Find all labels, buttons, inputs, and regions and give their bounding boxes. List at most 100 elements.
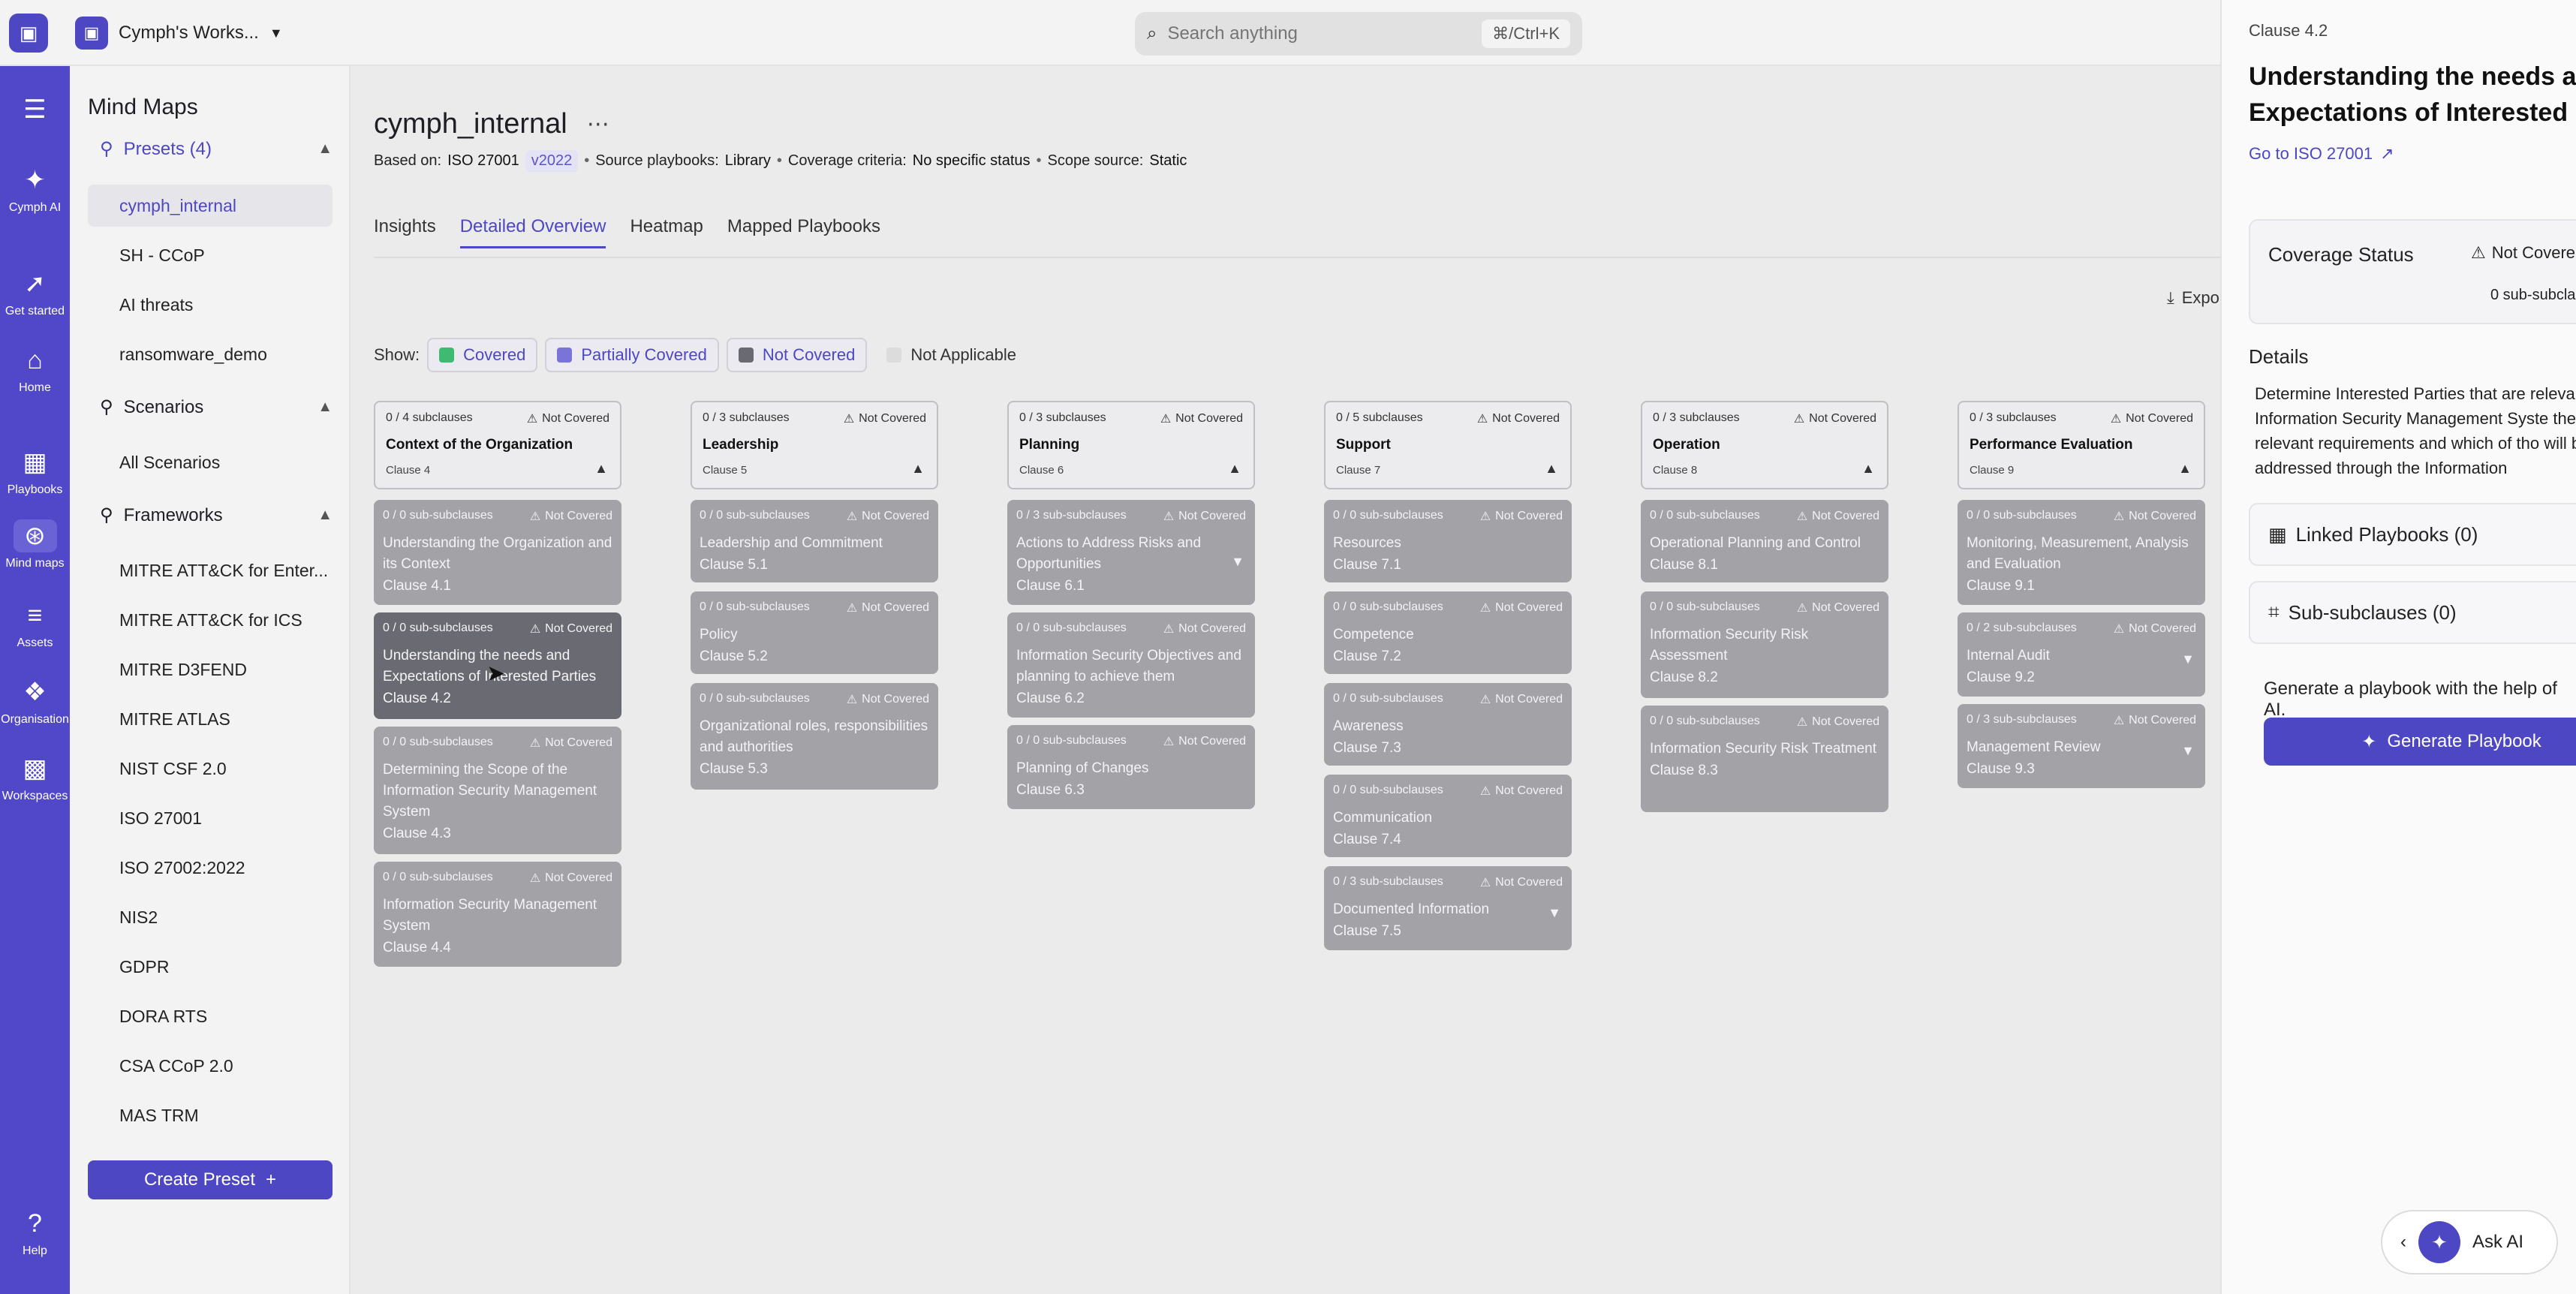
subclause-card[interactable]: 0 / 0 sub-subclauses ⚠ Not Covered Plannin…: [1007, 725, 1255, 809]
rail-mind-maps[interactable]: ⊛ Mind maps: [0, 519, 70, 570]
rail-get-started[interactable]: ➚ Get started: [0, 267, 70, 318]
rail-help[interactable]: ? Help: [0, 1207, 70, 1258]
playbooks-icon: ▦: [2268, 522, 2287, 546]
main-content: cymph_internal ⋯ Based on: ISO 27001 v20…: [351, 66, 2220, 1294]
rail-home[interactable]: ⌂ Home: [0, 344, 70, 395]
sidebar-item-framework[interactable]: NIST CSF 2.0: [88, 748, 333, 790]
subclause-card[interactable]: 0 / 2 sub-subclauses ⚠ Not Covered Interna…: [1958, 612, 2205, 697]
source-value: Library: [724, 152, 771, 169]
subclause-card[interactable]: 0 / 3 sub-subclauses ⚠ Not Covered Actions…: [1007, 500, 1255, 605]
workspace-name: Cymph's Works...: [119, 23, 259, 43]
chevron-down-icon[interactable]: ▼: [1231, 554, 1244, 570]
sidebar-item-framework[interactable]: DORA RTS: [88, 995, 333, 1037]
chevron-down-icon[interactable]: ▼: [1548, 905, 1561, 921]
workspace-switcher[interactable]: ▣ Cymph's Works... ▼: [75, 17, 283, 50]
sidebar-item-preset[interactable]: SH - CCoP: [88, 234, 333, 276]
tab-mapped-playbooks[interactable]: Mapped Playbooks: [727, 216, 880, 248]
subclause-card[interactable]: 0 / 0 sub-subclauses ⚠ Not Covered Informa…: [374, 862, 621, 967]
clause-number: Clause 9: [1970, 464, 2015, 477]
rail-assets[interactable]: ≡ Assets: [0, 599, 70, 650]
panel-title: Understanding the needs and Expectations…: [2249, 62, 2576, 127]
sidebar-item-framework[interactable]: MITRE ATT&CK for Enter...: [88, 549, 333, 591]
subclause-card[interactable]: 0 / 0 sub-subclauses ⚠ Not Covered Awarene…: [1324, 683, 1572, 766]
subclause-card[interactable]: 0 / 0 sub-subclauses ⚠ Not Covered Operati…: [1641, 500, 1888, 582]
sidebar-item-framework[interactable]: MITRE D3FEND: [88, 649, 333, 691]
clause-column-header[interactable]: 0 / 5 subclauses ⚠ Not Covered Support Cla…: [1324, 401, 1572, 489]
sidebar-item-preset[interactable]: cymph_internal: [88, 185, 333, 227]
filter-not-covered[interactable]: Not Covered: [726, 338, 868, 372]
sidebar-item-preset[interactable]: AI threats: [88, 284, 333, 326]
filter-not-applicable[interactable]: Not Applicable: [874, 338, 1028, 372]
clause-column-header[interactable]: 0 / 3 subclauses ⚠ Not Covered Performance…: [1958, 401, 2205, 489]
sidebar-item-framework[interactable]: GDPR: [88, 946, 333, 988]
subclause-card[interactable]: 0 / 0 sub-subclauses ⚠ Not Covered Policy …: [691, 591, 938, 674]
subclause-card[interactable]: 0 / 3 sub-subclauses ⚠ Not Covered Documen…: [1324, 866, 1572, 950]
sidebar-item-framework[interactable]: MITRE ATLAS: [88, 698, 333, 740]
rail-workspaces[interactable]: ▩ Workspaces: [0, 752, 70, 803]
more-options-icon[interactable]: ⋯: [587, 111, 609, 137]
chevron-down-icon[interactable]: ▼: [2181, 743, 2195, 759]
search-input[interactable]: [1167, 23, 1472, 44]
tab-heatmap[interactable]: Heatmap: [630, 216, 703, 248]
subclause-number: Clause 4.3: [383, 826, 451, 841]
subclause-card[interactable]: 0 / 0 sub-subclauses ⚠ Not Covered Resourc…: [1324, 500, 1572, 582]
sidebar-item-preset[interactable]: ransomware_demo: [88, 333, 333, 375]
clause-column-header[interactable]: 0 / 3 subclauses ⚠ Not Covered Operation C…: [1641, 401, 1888, 489]
subclause-number: Clause 4.4: [383, 940, 451, 955]
subclause-number: Clause 9.1: [1967, 578, 2035, 594]
chevron-down-icon[interactable]: ▼: [2181, 652, 2195, 667]
subclause-card[interactable]: 0 / 0 sub-subclauses ⚠ Not Covered Compete…: [1324, 591, 1572, 674]
rail-organisation[interactable]: ❖ Organisation: [0, 676, 70, 727]
subclause-card[interactable]: 0 / 0 sub-subclauses ⚠ Not Covered Leaders…: [691, 500, 938, 582]
sidebar-item-framework[interactable]: ISO 27001: [88, 797, 333, 839]
subclause-number: Clause 7.1: [1333, 557, 1401, 573]
generate-playbook-button[interactable]: ✦ Generate Playbook: [2264, 718, 2576, 766]
rail-label: Workspaces: [2, 790, 68, 802]
subclause-card[interactable]: 0 / 0 sub-subclauses ⚠ Not Covered Underst…: [374, 500, 621, 605]
subclause-card[interactable]: 0 / 3 sub-subclauses ⚠ Not Covered Managem…: [1958, 704, 2205, 788]
app-logo[interactable]: ▣: [9, 14, 48, 53]
clause-column-header[interactable]: 0 / 3 subclauses ⚠ Not Covered Planning Cl…: [1007, 401, 1255, 489]
rail-cymph-ai[interactable]: ✦ Cymph AI: [0, 164, 70, 215]
subclause-card[interactable]: 0 / 0 sub-subclauses ⚠ Not Covered Determi…: [374, 727, 621, 854]
status-filters: Show: Covered Partially Covered Not Cove…: [374, 338, 1028, 372]
ask-ai-widget[interactable]: ‹ ✦ Ask AI: [2381, 1210, 2558, 1274]
go-to-framework-link[interactable]: Go to ISO 27001 ↗: [2249, 144, 2394, 164]
sidebar-item-framework[interactable]: MAS TRM: [88, 1094, 333, 1136]
sidebar-item-scenario[interactable]: All Scenarios: [88, 441, 333, 483]
coverage-status: Not Covered: [542, 412, 609, 425]
warning-icon: ⚠: [1476, 413, 1488, 426]
chevron-left-icon[interactable]: ‹: [2400, 1232, 2406, 1253]
subclause-card[interactable]: 0 / 0 sub-subclauses ⚠ Not Covered Informa…: [1007, 612, 1255, 718]
subclause-name: Internal Audit: [1967, 648, 2050, 664]
tab-detailed-overview[interactable]: Detailed Overview: [459, 216, 606, 248]
sidebar-item-framework[interactable]: ISO 27002:2022: [88, 847, 333, 889]
clause-column-header[interactable]: 0 / 3 subclauses ⚠ Not Covered Leadership …: [691, 401, 938, 489]
subclause-name: Operational Planning and Control: [1650, 535, 1861, 551]
linked-playbooks-toggle[interactable]: ▦ Linked Playbooks (0): [2249, 503, 2576, 566]
sidebar-item-framework[interactable]: MITRE ATT&CK for ICS: [88, 599, 333, 641]
frameworks-section-toggle[interactable]: ⚲ Frameworks ▲: [100, 504, 333, 526]
sidebar-item-framework[interactable]: CSA CCoP 2.0: [88, 1045, 333, 1087]
rail-menu[interactable]: ☰: [0, 93, 70, 126]
subclause-card[interactable]: 0 / 0 sub-subclauses ⚠ Not Covered Informa…: [1641, 591, 1888, 698]
rail-label: Help: [23, 1244, 47, 1257]
warning-icon: ⚠: [1163, 736, 1175, 748]
subclause-card[interactable]: 0 / 0 sub-subclauses ⚠ Not Covered Monitor…: [1958, 500, 2205, 605]
rail-playbooks[interactable]: ▦ Playbooks: [0, 446, 70, 497]
subclause-card[interactable]: 0 / 0 sub-subclauses ⚠ Not Covered Organiz…: [691, 683, 938, 790]
scenarios-section-toggle[interactable]: ⚲ Scenarios ▲: [100, 396, 333, 418]
sidebar-item-framework[interactable]: NIS2: [88, 896, 333, 938]
subclause-number: Clause 7.3: [1333, 740, 1401, 756]
subclause-card[interactable]: 0 / 0 sub-subclauses ⚠ Not Covered Communi…: [1324, 775, 1572, 857]
presets-section-toggle[interactable]: ⚲ Presets (4) ▲: [100, 138, 333, 160]
filter-partially-covered[interactable]: Partially Covered: [545, 338, 719, 372]
export-button[interactable]: ⤓ Expo: [2167, 288, 2219, 308]
subclause-card[interactable]: 0 / 0 sub-subclauses ⚠ Not Covered Informa…: [1641, 706, 1888, 812]
search-bar[interactable]: ⌕ ⌘/Ctrl+K: [1135, 12, 1582, 56]
clause-column-header[interactable]: 0 / 4 subclauses ⚠ Not Covered Context of …: [374, 401, 621, 489]
create-preset-button[interactable]: Create Preset +: [88, 1160, 333, 1199]
sub-subclauses-toggle[interactable]: ⌗ Sub-subclauses (0): [2249, 581, 2576, 644]
filter-covered[interactable]: Covered: [427, 338, 538, 372]
tab-insights[interactable]: Insights: [374, 216, 436, 248]
